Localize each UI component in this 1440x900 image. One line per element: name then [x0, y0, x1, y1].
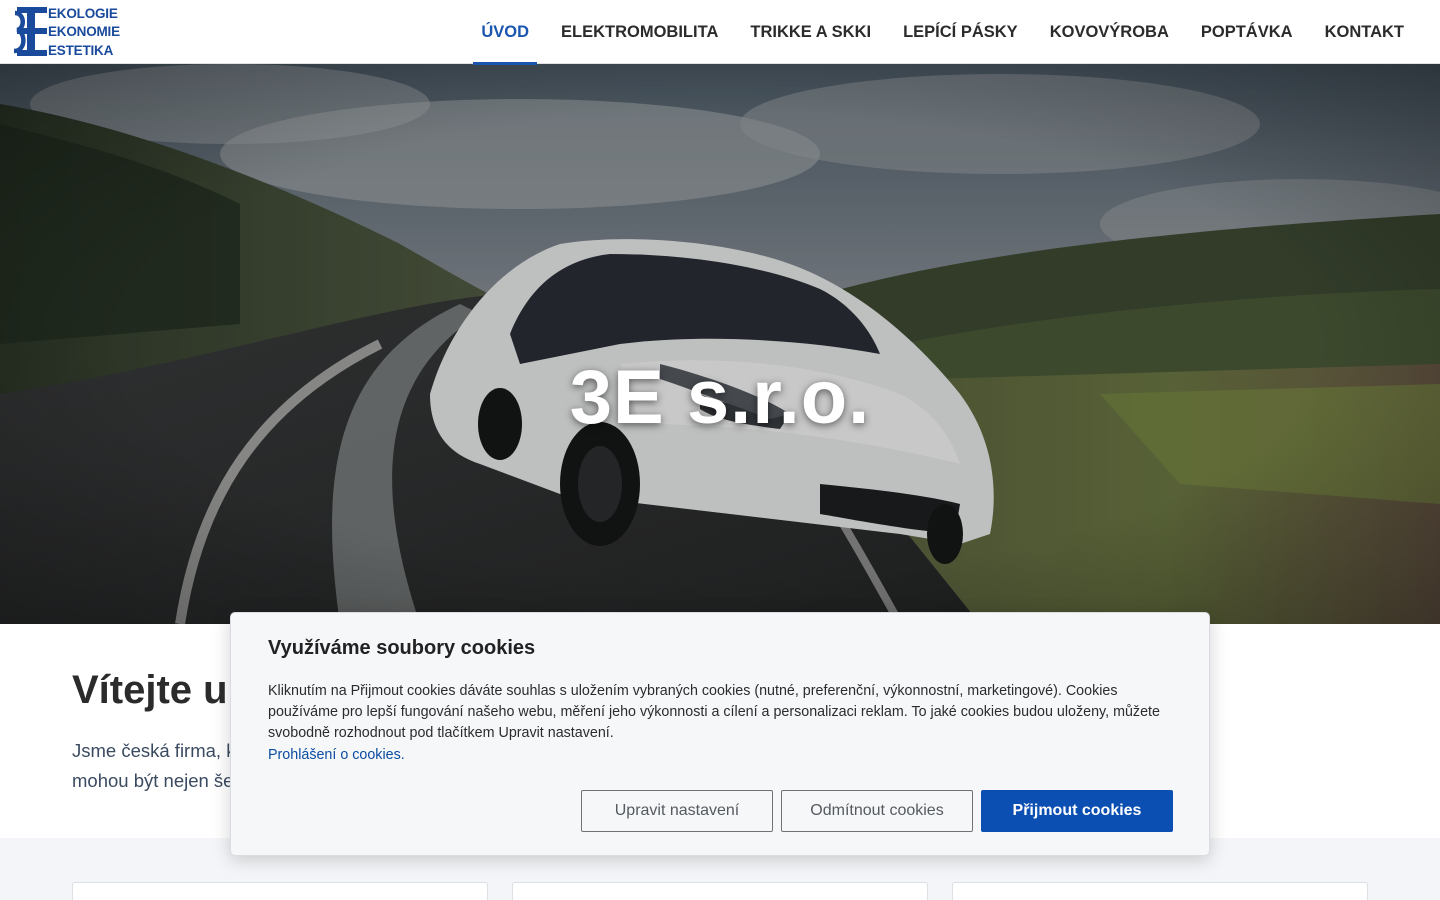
accept-cookies-button[interactable]: Přijmout cookies [981, 790, 1173, 832]
nav-item-trikke-a-skki[interactable]: TRIKKE A SKKI [734, 0, 887, 64]
reject-cookies-button[interactable]: Odmítnout cookies [781, 790, 973, 832]
nav-item-elektromobilita[interactable]: ELEKTROMOBILITA [545, 0, 734, 64]
nav-item-kontakt[interactable]: KONTAKT [1309, 0, 1420, 64]
nav-item-kovovyroba[interactable]: KOVOVÝROBA [1034, 0, 1185, 64]
logo-text-estetika: ESTETIKA [48, 43, 114, 58]
main-navigation: ÚVOD ELEKTROMOBILITA TRIKKE A SKKI LEPÍC… [465, 0, 1420, 65]
logo-text-ekologie: EKOLOGIE [48, 6, 118, 21]
cookie-settings-button[interactable]: Upravit nastavení [581, 790, 773, 832]
logo-text-ekonomie: EKONOMIE [48, 24, 120, 39]
service-card[interactable] [72, 882, 488, 900]
hero-title: 3E s.r.o. [569, 355, 871, 440]
site-header: EKOLOGIE EKONOMIE ESTETIKA ÚVOD ELEKTROM… [0, 0, 1440, 65]
welcome-heading: Vítejte u [72, 668, 228, 712]
cookie-title: Využíváme soubory cookies [268, 637, 536, 659]
service-card[interactable] [952, 882, 1368, 900]
cookie-description: Kliknutím na Přijmout cookies dáváte sou… [268, 683, 1160, 741]
logo-3e-icon [13, 7, 47, 56]
nav-item-poptavka[interactable]: POPTÁVKA [1185, 0, 1309, 64]
nav-item-lepici-pasky[interactable]: LEPÍCÍ PÁSKY [887, 0, 1034, 64]
company-logo[interactable]: EKOLOGIE EKONOMIE ESTETIKA [13, 6, 125, 58]
hero-banner: 3E s.r.o. [0, 64, 1440, 624]
hero-car-image [0, 64, 1440, 624]
cookie-policy-link[interactable]: Prohlášení o cookies. [268, 745, 405, 765]
cookie-consent-dialog: Využíváme soubory cookies Kliknutím na P… [230, 612, 1210, 856]
nav-item-uvod[interactable]: ÚVOD [465, 0, 545, 65]
service-card[interactable] [512, 882, 928, 900]
